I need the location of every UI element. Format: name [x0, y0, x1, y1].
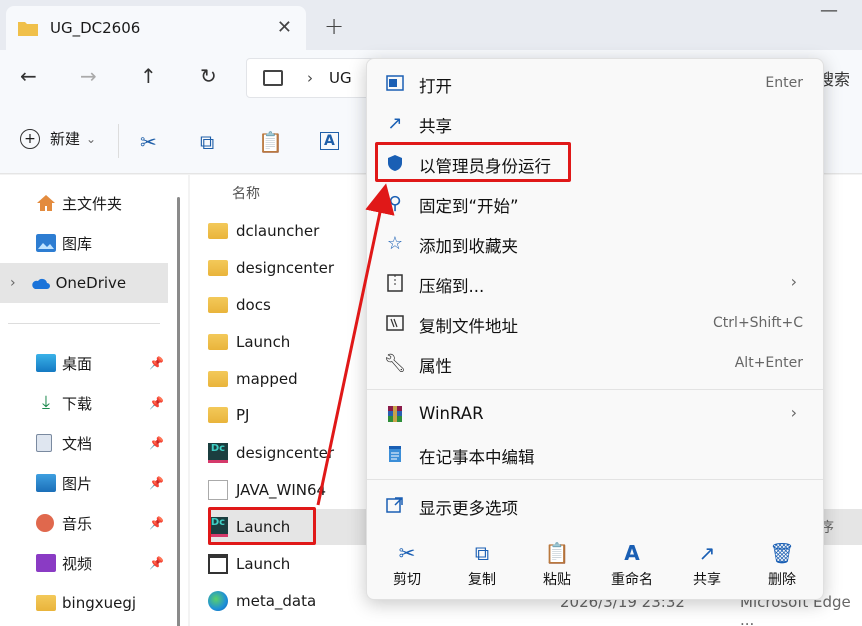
annotation-arrow — [316, 183, 395, 506]
